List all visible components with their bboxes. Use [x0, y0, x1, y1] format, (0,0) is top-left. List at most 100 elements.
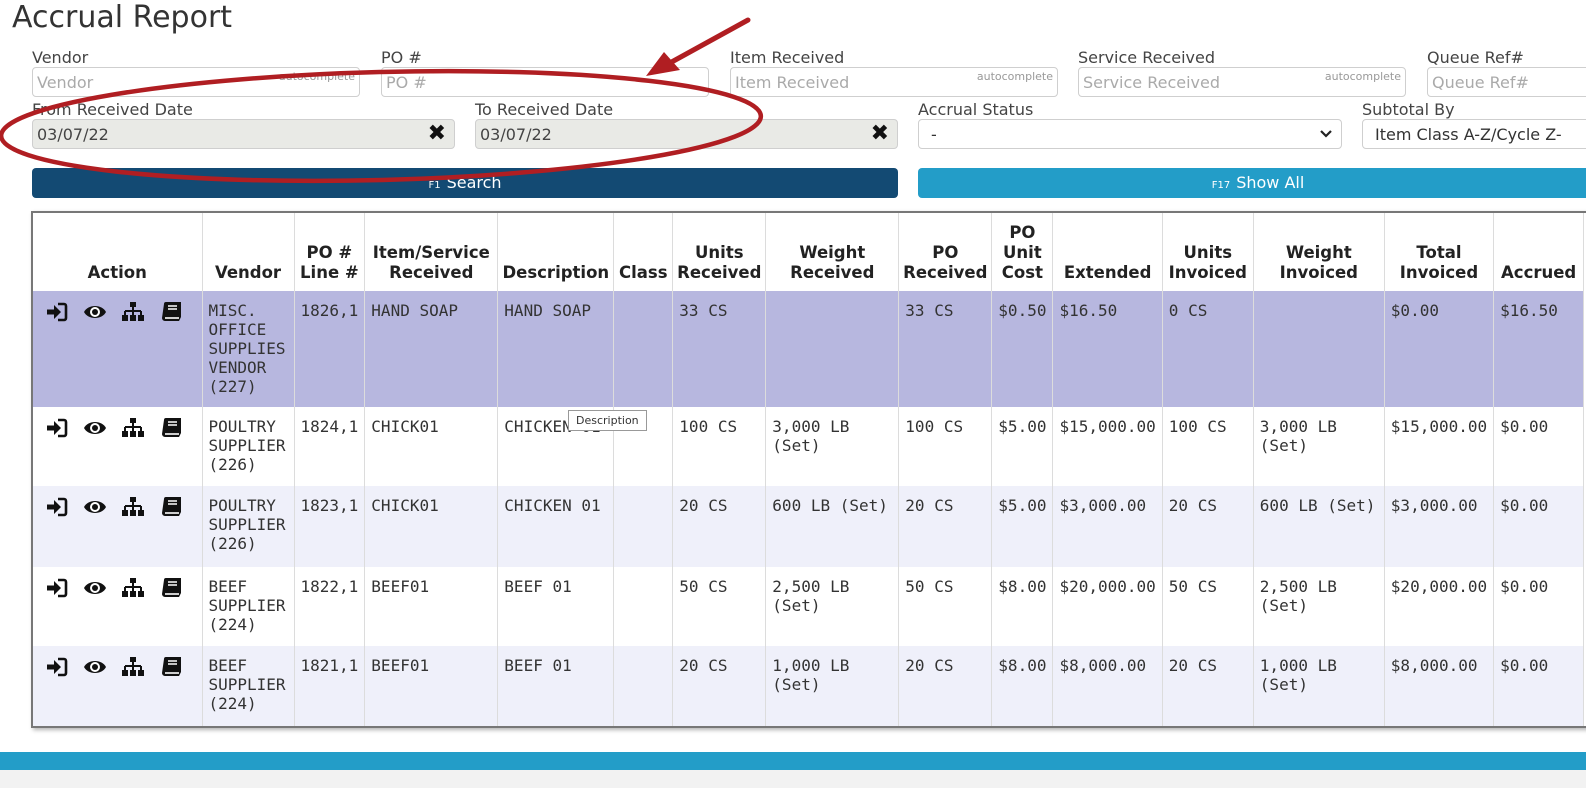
cell-po-line: 1824,1: [294, 407, 366, 486]
cell-po-received: 100 CS: [898, 407, 993, 486]
row-actions: [33, 407, 203, 486]
col-units-invoiced[interactable]: Units Invoiced: [1162, 213, 1254, 291]
table-row[interactable]: POULTRY SUPPLIER (226) 1824,1 CHICK01 CH…: [33, 407, 1585, 486]
col-weight-received[interactable]: Weight Received: [765, 213, 900, 291]
search-button[interactable]: F1 Search: [32, 168, 898, 198]
cell-total-invoiced: $15,000.00: [1384, 407, 1495, 486]
queue-ref-field[interactable]: [1427, 67, 1586, 97]
book-icon[interactable]: [159, 577, 183, 599]
table-row[interactable]: MISC. OFFICE SUPPLIES VENDOR (227) 1826,…: [33, 291, 1585, 407]
eye-icon[interactable]: [83, 417, 107, 439]
sitemap-icon[interactable]: [121, 577, 145, 599]
book-icon[interactable]: [159, 656, 183, 678]
col-extended[interactable]: Extended: [1052, 213, 1163, 291]
clear-from-date-icon[interactable]: ✖: [428, 123, 446, 145]
book-icon[interactable]: [159, 496, 183, 518]
eye-icon[interactable]: [83, 301, 107, 323]
cell-weight-invoiced: [1253, 291, 1385, 407]
cell-po-received: 50 CS: [898, 567, 993, 646]
sign-in-icon[interactable]: [45, 496, 69, 518]
po-input[interactable]: [386, 73, 702, 92]
col-item-received[interactable]: Item/Service Received: [364, 213, 499, 291]
sign-in-icon[interactable]: [45, 656, 69, 678]
book-icon[interactable]: [159, 417, 183, 439]
eye-icon[interactable]: [83, 656, 107, 678]
cell-total-invoiced: $0.00: [1384, 291, 1495, 407]
item-autocomplete-hint: autocomplete: [976, 70, 1053, 83]
col-weight-invoiced[interactable]: Weight Invoiced: [1253, 213, 1385, 291]
cell-units-invoiced: 20 CS: [1162, 646, 1254, 726]
cell-class: [613, 646, 674, 726]
cell-description: BEEF 01: [497, 646, 615, 726]
sitemap-icon[interactable]: [121, 656, 145, 678]
cell-units-received: 100 CS: [672, 407, 767, 486]
col-po-received[interactable]: PO Received: [898, 213, 993, 291]
col-vendor[interactable]: Vendor: [202, 213, 295, 291]
cell-units-invoiced: 20 CS: [1162, 486, 1254, 567]
cell-po-unit-cost: $8.00: [991, 567, 1054, 646]
description-tooltip: Description: [568, 410, 647, 431]
accrual-table: Action Vendor PO # Line # Item/Service Rec…: [33, 213, 1585, 726]
cell-class: [613, 291, 674, 407]
table-row[interactable]: BEEF SUPPLIER (224) 1821,1 BEEF01 BEEF 0…: [33, 646, 1585, 726]
eye-icon[interactable]: [83, 577, 107, 599]
show-all-button[interactable]: F17 Show All: [918, 168, 1586, 198]
service-received-label: Service Received: [1078, 48, 1216, 67]
cell-units-received: 20 CS: [672, 486, 767, 567]
row-actions: [33, 567, 203, 646]
po-field[interactable]: [381, 67, 709, 97]
cell-units-invoiced: 50 CS: [1162, 567, 1254, 646]
cell-weight-received: 1,000 LB (Set): [765, 646, 900, 726]
col-units-received[interactable]: Units Received: [672, 213, 767, 291]
sitemap-icon[interactable]: [121, 301, 145, 323]
from-date-field[interactable]: ✖: [32, 119, 455, 149]
sitemap-icon[interactable]: [121, 496, 145, 518]
cell-po-line: 1826,1: [294, 291, 366, 407]
table-row[interactable]: BEEF SUPPLIER (224) 1822,1 BEEF01 BEEF 0…: [33, 567, 1585, 646]
service-received-field[interactable]: autocomplete: [1078, 67, 1406, 97]
col-po-line[interactable]: PO # Line #: [294, 213, 366, 291]
cell-accrued: $0.00: [1493, 567, 1585, 646]
item-received-field[interactable]: autocomplete: [730, 67, 1058, 97]
book-icon[interactable]: [159, 301, 183, 323]
accrual-status-select[interactable]: -: [918, 119, 1342, 149]
cell-units-invoiced: 0 CS: [1162, 291, 1254, 407]
eye-icon[interactable]: [83, 496, 107, 518]
sign-in-icon[interactable]: [45, 301, 69, 323]
sitemap-icon[interactable]: [121, 417, 145, 439]
from-date-label: From Received Date: [32, 100, 193, 119]
cell-weight-invoiced: 3,000 LB (Set): [1253, 407, 1385, 486]
subtotal-by-select[interactable]: Item Class A-Z/Cycle Z-: [1362, 119, 1586, 149]
cell-extended: $8,000.00: [1052, 646, 1163, 726]
sign-in-icon[interactable]: [45, 417, 69, 439]
col-po-unit-cost[interactable]: PO Unit Cost: [991, 213, 1054, 291]
item-received-label: Item Received: [730, 48, 845, 67]
cell-weight-invoiced: 1,000 LB (Set): [1253, 646, 1385, 726]
queue-ref-input[interactable]: [1432, 73, 1586, 92]
vendor-field[interactable]: autocomplete: [32, 67, 360, 97]
col-description[interactable]: Description: [497, 213, 615, 291]
cell-accrued: $0.00: [1493, 407, 1585, 486]
cell-po-line: 1823,1: [294, 486, 366, 567]
col-class[interactable]: Class: [613, 213, 674, 291]
table-header-row: Action Vendor PO # Line # Item/Service Rec…: [33, 213, 1585, 291]
cell-total-invoiced: $20,000.00: [1384, 567, 1495, 646]
to-date-field[interactable]: ✖: [475, 119, 898, 149]
cell-vendor: MISC. OFFICE SUPPLIES VENDOR (227): [202, 291, 295, 407]
cell-item: BEEF01: [364, 646, 499, 726]
col-total-invoiced[interactable]: Total Invoiced: [1384, 213, 1495, 291]
cell-weight-received: [765, 291, 900, 407]
sign-in-icon[interactable]: [45, 577, 69, 599]
cell-total-invoiced: $3,000.00: [1384, 486, 1495, 567]
subtotal-by-value: Item Class A-Z/Cycle Z-: [1375, 125, 1562, 144]
cell-extended: $20,000.00: [1052, 567, 1163, 646]
cell-accrued: $0.00: [1493, 646, 1585, 726]
cell-po-received: 33 CS: [898, 291, 993, 407]
col-accrued[interactable]: Accrued: [1493, 213, 1585, 291]
subtotal-by-label: Subtotal By: [1362, 100, 1455, 119]
clear-to-date-icon[interactable]: ✖: [871, 123, 889, 145]
from-date-input[interactable]: [37, 125, 448, 144]
col-action[interactable]: Action: [33, 213, 203, 291]
to-date-input[interactable]: [480, 125, 891, 144]
table-row[interactable]: POULTRY SUPPLIER (226) 1823,1 CHICK01 CH…: [33, 486, 1585, 567]
